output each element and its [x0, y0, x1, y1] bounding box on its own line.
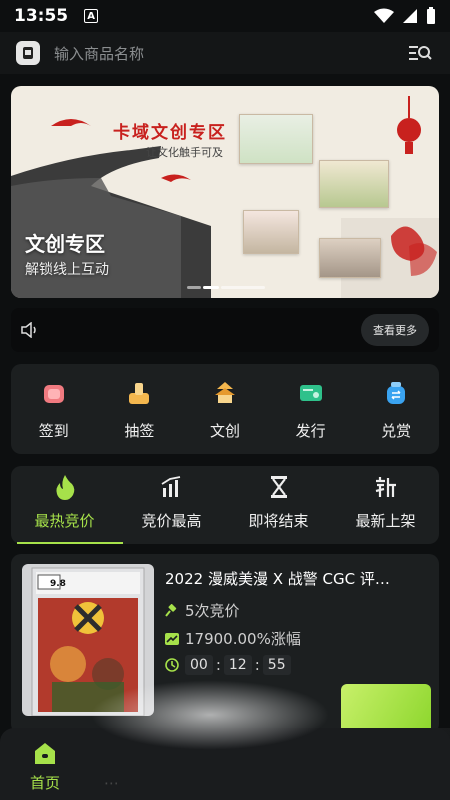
painting-3	[243, 210, 299, 254]
status-bar: 13:55 A	[0, 0, 450, 32]
search-icon[interactable]	[406, 39, 434, 67]
category-tabs: 最热竞价 竞价最高 即将结束 最新上架	[11, 466, 439, 544]
nav-fade-overlay	[80, 728, 450, 800]
timer-sep: :	[254, 656, 260, 674]
lottery-icon	[124, 378, 154, 408]
status-icons	[374, 7, 436, 25]
quick-item-release[interactable]: 发行	[276, 378, 346, 441]
countdown-timer: 00 : 12 : 55	[185, 655, 291, 675]
timer-seconds: 55	[262, 655, 291, 675]
painting-1	[239, 114, 313, 164]
price-change: 17900.00%涨幅	[165, 628, 301, 649]
tab-label: 即将结束	[248, 512, 309, 530]
quick-item-exchange[interactable]: 兑赏	[361, 378, 431, 441]
nav-home-label: 首页	[30, 774, 61, 792]
trend-icon	[165, 632, 179, 645]
view-more-button[interactable]: 查看更多	[361, 314, 429, 346]
banner-subtitle: 解锁线上互动	[25, 262, 109, 278]
tab-highest-bids[interactable]: 竞价最高	[122, 466, 222, 544]
new-icon	[373, 474, 399, 500]
bottom-nav: 首页 ⋯	[0, 728, 450, 800]
app-logo-icon	[16, 41, 40, 65]
exchange-icon	[381, 378, 411, 408]
quick-item-label: 文创	[209, 421, 240, 440]
battery-icon	[427, 7, 435, 24]
search-bar[interactable]: 输入商品名称	[0, 32, 450, 74]
banner-art-title: 卡域文创专区	[113, 123, 227, 143]
price-change-text: 17900.00%涨幅	[185, 630, 301, 648]
quick-item-culture[interactable]: 文创	[190, 378, 260, 441]
grade-label: 9.8	[50, 579, 66, 589]
quick-item-check-in[interactable]: 签到	[19, 378, 89, 441]
speaker-icon	[21, 322, 36, 338]
item-title: 2022 漫威美漫 X 战警 CGC 评…	[165, 570, 390, 588]
tab-label: 最新上架	[355, 512, 416, 530]
gavel-icon	[165, 603, 177, 617]
painting-4	[319, 238, 381, 278]
bar-chart-icon	[159, 474, 185, 500]
active-tab-indicator	[16, 542, 123, 544]
wifi-icon	[374, 8, 394, 23]
quick-item-label: 签到	[38, 421, 69, 440]
carousel-indicator	[187, 286, 265, 289]
clock-icon	[165, 658, 179, 672]
banner-title: 文创专区	[25, 232, 105, 256]
tab-newest[interactable]: 最新上架	[336, 466, 436, 544]
promo-banner[interactable]: 卡域文创专区 让文化触手可及 文创专区 解锁线上互动	[11, 86, 439, 298]
tab-ending-soon[interactable]: 即将结束	[229, 466, 329, 544]
bid-count-text: 5次竞价	[185, 602, 240, 620]
item-thumbnail: 9.8	[22, 564, 154, 716]
tab-hottest-bids[interactable]: 最热竞价	[15, 466, 123, 544]
timer-sep: :	[215, 656, 221, 674]
pagoda-icon	[210, 378, 240, 408]
status-time: 13:55	[14, 6, 69, 26]
notification-badge: A	[84, 9, 99, 23]
hourglass-icon	[266, 474, 292, 500]
bid-count: 5次竞价	[165, 600, 240, 621]
signal-icon	[403, 9, 417, 23]
quick-item-label: 发行	[295, 421, 326, 440]
release-icon	[296, 378, 326, 408]
bid-button[interactable]	[341, 684, 431, 730]
auction-item-card[interactable]: 9.8 2022 漫威美漫 X 战警 CGC 评… 5次竞价 17900.00%…	[11, 554, 439, 734]
quick-item-label: 抽签	[124, 421, 155, 440]
quick-item-lottery[interactable]: 抽签	[104, 378, 174, 441]
home-icon	[35, 743, 55, 764]
timer-hours: 00	[185, 655, 213, 675]
timer-minutes: 12	[223, 655, 252, 675]
tab-label: 竞价最高	[141, 512, 202, 530]
nav-home[interactable]: 首页	[30, 742, 60, 793]
quick-menu: 签到 抽签 文创 发行 兑赏	[11, 364, 439, 454]
search-input[interactable]: 输入商品名称	[54, 43, 144, 64]
painting-2	[319, 160, 389, 208]
banner-art-subtitle: 让文化触手可及	[146, 146, 223, 159]
tab-label: 最热竞价	[34, 512, 95, 530]
notice-bar: 查看更多	[11, 308, 439, 352]
flame-icon	[52, 474, 78, 500]
quick-item-label: 兑赏	[381, 421, 412, 440]
check-in-icon	[39, 378, 69, 408]
countdown: 00 : 12 : 55	[165, 655, 291, 675]
